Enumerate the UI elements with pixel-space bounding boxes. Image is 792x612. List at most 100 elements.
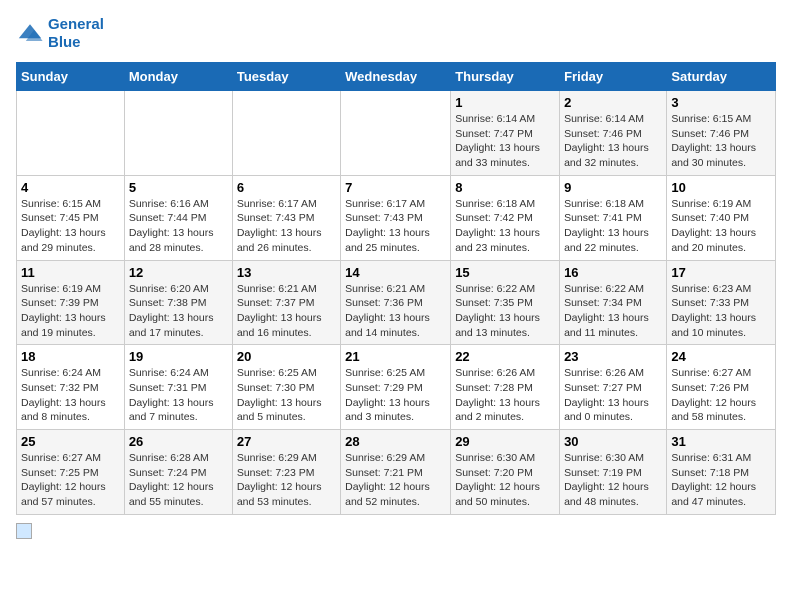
calendar-cell [17,91,125,176]
calendar-cell: 6 Sunrise: 6:17 AM Sunset: 7:43 PM Daylig… [232,175,340,260]
day-number: 14 [345,265,446,280]
day-number: 2 [564,95,662,110]
calendar-cell: 3Sunrise: 6:15 AM Sunset: 7:46 PM Daylig… [667,91,776,176]
footer [16,523,776,539]
calendar-cell: 20 Sunrise: 6:25 AM Sunset: 7:30 PM Dayli… [232,345,340,430]
calendar-cell: 28 Sunrise: 6:29 AM Sunset: 7:21 PM Dayli… [341,430,451,515]
calendar-cell: 27 Sunrise: 6:29 AM Sunset: 7:23 PM Dayli… [232,430,340,515]
calendar-cell [341,91,451,176]
day-header-monday: Monday [124,63,232,91]
week-row-2: 4 Sunrise: 6:15 AM Sunset: 7:45 PM Daylig… [17,175,776,260]
day-info: Sunrise: 6:25 AM Sunset: 7:30 PM Dayligh… [237,366,336,425]
calendar-table: SundayMondayTuesdayWednesdayThursdayFrid… [16,62,776,515]
calendar-cell: 14 Sunrise: 6:21 AM Sunset: 7:36 PM Dayli… [341,260,451,345]
calendar-cell: 4 Sunrise: 6:15 AM Sunset: 7:45 PM Daylig… [17,175,125,260]
day-number: 7 [345,180,446,195]
day-info: Sunrise: 6:17 AM Sunset: 7:43 PM Dayligh… [345,197,446,256]
calendar-cell: 5 Sunrise: 6:16 AM Sunset: 7:44 PM Daylig… [124,175,232,260]
day-header-tuesday: Tuesday [232,63,340,91]
calendar-cell: 8Sunrise: 6:18 AM Sunset: 7:42 PM Daylig… [451,175,560,260]
day-number: 27 [237,434,336,449]
day-info: Sunrise: 6:26 AM Sunset: 7:28 PM Dayligh… [455,366,555,425]
day-info: Sunrise: 6:22 AM Sunset: 7:34 PM Dayligh… [564,282,662,341]
calendar-cell: 9 Sunrise: 6:18 AM Sunset: 7:41 PM Daylig… [560,175,667,260]
calendar-cell: 26Sunrise: 6:28 AM Sunset: 7:24 PM Dayli… [124,430,232,515]
calendar-cell: 18Sunrise: 6:24 AM Sunset: 7:32 PM Dayli… [17,345,125,430]
day-info: Sunrise: 6:25 AM Sunset: 7:29 PM Dayligh… [345,366,446,425]
day-info: Sunrise: 6:16 AM Sunset: 7:44 PM Dayligh… [129,197,228,256]
day-header-wednesday: Wednesday [341,63,451,91]
calendar-cell: 19Sunrise: 6:24 AM Sunset: 7:31 PM Dayli… [124,345,232,430]
day-number: 22 [455,349,555,364]
calendar-cell: 29 Sunrise: 6:30 AM Sunset: 7:20 PM Dayli… [451,430,560,515]
day-number: 15 [455,265,555,280]
day-number: 12 [129,265,228,280]
day-number: 19 [129,349,228,364]
day-info: Sunrise: 6:27 AM Sunset: 7:25 PM Dayligh… [21,451,120,510]
day-info: Sunrise: 6:21 AM Sunset: 7:37 PM Dayligh… [237,282,336,341]
day-info: Sunrise: 6:15 AM Sunset: 7:45 PM Dayligh… [21,197,120,256]
week-row-3: 11 Sunrise: 6:19 AM Sunset: 7:39 PM Dayli… [17,260,776,345]
day-number: 3 [671,95,771,110]
header: General Blue [16,16,776,52]
day-number: 13 [237,265,336,280]
day-number: 9 [564,180,662,195]
day-number: 24 [671,349,771,364]
calendar-cell: 25 Sunrise: 6:27 AM Sunset: 7:25 PM Dayli… [17,430,125,515]
calendar-cell: 10 Sunrise: 6:19 AM Sunset: 7:40 PM Dayli… [667,175,776,260]
week-row-5: 25 Sunrise: 6:27 AM Sunset: 7:25 PM Dayli… [17,430,776,515]
day-info: Sunrise: 6:14 AM Sunset: 7:46 PM Dayligh… [564,112,662,171]
day-info: Sunrise: 6:19 AM Sunset: 7:39 PM Dayligh… [21,282,120,341]
logo: General Blue [16,16,104,52]
calendar-cell [232,91,340,176]
calendar-cell: 15Sunrise: 6:22 AM Sunset: 7:35 PM Dayli… [451,260,560,345]
day-info: Sunrise: 6:24 AM Sunset: 7:32 PM Dayligh… [21,366,120,425]
calendar-cell: 30 Sunrise: 6:30 AM Sunset: 7:19 PM Dayli… [560,430,667,515]
calendar-cell: 17Sunrise: 6:23 AM Sunset: 7:33 PM Dayli… [667,260,776,345]
calendar-cell: 16Sunrise: 6:22 AM Sunset: 7:34 PM Dayli… [560,260,667,345]
day-number: 6 [237,180,336,195]
day-number: 20 [237,349,336,364]
day-info: Sunrise: 6:17 AM Sunset: 7:43 PM Dayligh… [237,197,336,256]
day-info: Sunrise: 6:31 AM Sunset: 7:18 PM Dayligh… [671,451,771,510]
day-number: 28 [345,434,446,449]
day-number: 8 [455,180,555,195]
calendar-cell: 21 Sunrise: 6:25 AM Sunset: 7:29 PM Dayli… [341,345,451,430]
day-info: Sunrise: 6:23 AM Sunset: 7:33 PM Dayligh… [671,282,771,341]
day-info: Sunrise: 6:20 AM Sunset: 7:38 PM Dayligh… [129,282,228,341]
calendar-cell: 22 Sunrise: 6:26 AM Sunset: 7:28 PM Dayli… [451,345,560,430]
day-info: Sunrise: 6:21 AM Sunset: 7:36 PM Dayligh… [345,282,446,341]
day-number: 21 [345,349,446,364]
day-number: 10 [671,180,771,195]
calendar-cell: 11 Sunrise: 6:19 AM Sunset: 7:39 PM Dayli… [17,260,125,345]
day-info: Sunrise: 6:28 AM Sunset: 7:24 PM Dayligh… [129,451,228,510]
day-info: Sunrise: 6:18 AM Sunset: 7:41 PM Dayligh… [564,197,662,256]
day-info: Sunrise: 6:14 AM Sunset: 7:47 PM Dayligh… [455,112,555,171]
day-number: 25 [21,434,120,449]
day-number: 5 [129,180,228,195]
legend-box [16,523,32,539]
day-header-friday: Friday [560,63,667,91]
day-header-sunday: Sunday [17,63,125,91]
day-info: Sunrise: 6:29 AM Sunset: 7:21 PM Dayligh… [345,451,446,510]
calendar-cell: 24 Sunrise: 6:27 AM Sunset: 7:26 PM Dayli… [667,345,776,430]
day-info: Sunrise: 6:19 AM Sunset: 7:40 PM Dayligh… [671,197,771,256]
day-info: Sunrise: 6:30 AM Sunset: 7:19 PM Dayligh… [564,451,662,510]
calendar-cell: 2 Sunrise: 6:14 AM Sunset: 7:46 PM Daylig… [560,91,667,176]
logo-text: General Blue [48,16,104,52]
day-number: 4 [21,180,120,195]
day-header-thursday: Thursday [451,63,560,91]
calendar-cell [124,91,232,176]
day-number: 30 [564,434,662,449]
day-number: 1 [455,95,555,110]
day-info: Sunrise: 6:27 AM Sunset: 7:26 PM Dayligh… [671,366,771,425]
day-header-saturday: Saturday [667,63,776,91]
calendar-cell: 1 Sunrise: 6:14 AM Sunset: 7:47 PM Daylig… [451,91,560,176]
day-info: Sunrise: 6:30 AM Sunset: 7:20 PM Dayligh… [455,451,555,510]
day-info: Sunrise: 6:26 AM Sunset: 7:27 PM Dayligh… [564,366,662,425]
logo-icon [16,20,44,48]
day-info: Sunrise: 6:29 AM Sunset: 7:23 PM Dayligh… [237,451,336,510]
day-number: 29 [455,434,555,449]
calendar-cell: 23Sunrise: 6:26 AM Sunset: 7:27 PM Dayli… [560,345,667,430]
day-number: 11 [21,265,120,280]
